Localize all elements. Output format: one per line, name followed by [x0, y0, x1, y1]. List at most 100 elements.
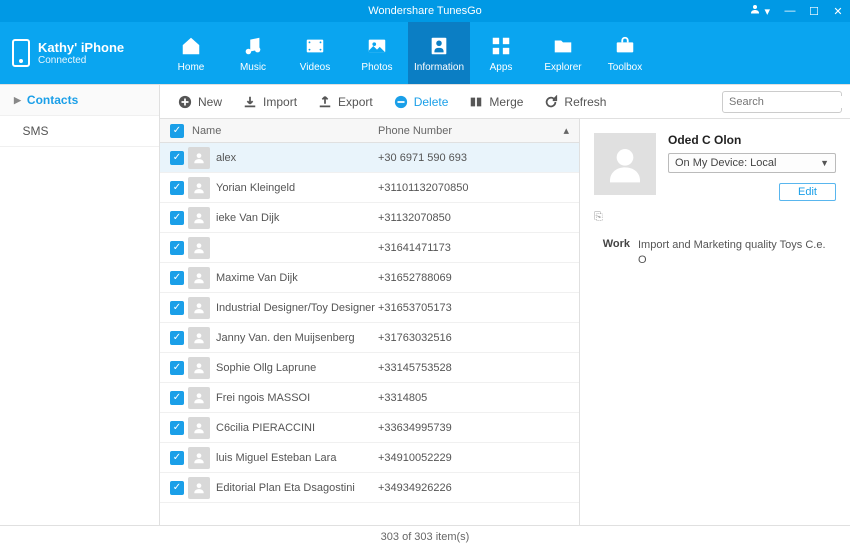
table-row[interactable]: ✓Frei ngois MASSOI+3314805 — [160, 383, 579, 413]
row-checkbox[interactable]: ✓ — [170, 361, 184, 375]
music-icon — [241, 34, 265, 58]
chevron-right-icon: ▶ — [14, 95, 21, 106]
table-body[interactable]: ✓alex+30 6971 590 693✓Yorian Kleingeld+3… — [160, 143, 579, 525]
avatar-icon — [188, 237, 210, 259]
contact-name-cell: alex — [216, 152, 236, 164]
avatar-icon — [188, 387, 210, 409]
nav-videos[interactable]: Videos — [284, 22, 346, 84]
table-header: ✓ Name Phone Number▴ — [160, 119, 579, 143]
import-icon — [242, 94, 258, 110]
nav-information[interactable]: Information — [408, 22, 470, 84]
row-checkbox[interactable]: ✓ — [170, 301, 184, 315]
contact-name-cell: Industrial Designer/Toy Designer — [216, 302, 375, 314]
chevron-down-icon: ▼ — [820, 158, 829, 168]
select-all-checkbox[interactable]: ✓ — [170, 124, 184, 138]
toolbox-icon — [613, 34, 637, 58]
contact-phone-cell: +33634995739 — [378, 422, 579, 434]
nav-photos[interactable]: Photos — [346, 22, 408, 84]
contact-name-cell: Yorian Kleingeld — [216, 182, 295, 194]
avatar-icon — [188, 477, 210, 499]
detail-panel: Oded C Olon On My Device: Local ▼ Edit ⎘… — [580, 119, 850, 525]
close-button[interactable]: ✕ — [830, 5, 846, 18]
column-phone[interactable]: Phone Number▴ — [378, 124, 579, 137]
table-row[interactable]: ✓Industrial Designer/Toy Designer+316537… — [160, 293, 579, 323]
export-button[interactable]: Export — [308, 90, 382, 114]
minimize-button[interactable]: — — [782, 5, 798, 17]
photos-icon — [365, 34, 389, 58]
avatar-icon — [188, 207, 210, 229]
status-bar: 303 of 303 item(s) — [0, 525, 850, 547]
contact-phone-cell: +33145753528 — [378, 362, 579, 374]
contact-phone-cell: +31132070850 — [378, 212, 579, 224]
toolbar: New Import Export Delete Merge Refresh — [160, 85, 850, 119]
location-select[interactable]: On My Device: Local ▼ — [668, 153, 836, 173]
table-row[interactable]: ✓ Janny Van. den Muijsenberg +31763032516 — [160, 323, 579, 353]
sidebar-item-contacts[interactable]: ▶ Contacts — [0, 85, 159, 116]
table-row[interactable]: ✓Maxime Van Dijk+31652788069 — [160, 263, 579, 293]
row-checkbox[interactable]: ✓ — [170, 481, 184, 495]
work-value: Import and Marketing quality Toys C.e. O — [638, 238, 836, 268]
information-icon — [427, 34, 451, 58]
contact-phone-cell: +31652788069 — [378, 272, 579, 284]
row-checkbox[interactable]: ✓ — [170, 331, 184, 345]
nav-label: Apps — [490, 62, 513, 73]
avatar-icon — [188, 357, 210, 379]
delete-icon — [393, 94, 409, 110]
refresh-button[interactable]: Refresh — [534, 90, 615, 114]
device-block[interactable]: Kathy' iPhone Connected — [0, 22, 160, 84]
delete-button[interactable]: Delete — [384, 90, 458, 114]
nav-label: Information — [414, 62, 464, 73]
row-checkbox[interactable]: ✓ — [170, 271, 184, 285]
table-row[interactable]: ✓ Editorial Plan Eta Dsagostini +349349262… — [160, 473, 579, 503]
row-checkbox[interactable]: ✓ — [170, 421, 184, 435]
import-button[interactable]: Import — [233, 90, 306, 114]
avatar-icon — [188, 447, 210, 469]
merge-button[interactable]: Merge — [459, 90, 532, 114]
sidebar-item-sms[interactable]: SMS — [0, 116, 159, 147]
search-input[interactable] — [729, 96, 850, 108]
contact-name-cell: luis Miguel Esteban Lara — [216, 452, 336, 464]
row-checkbox[interactable]: ✓ — [170, 151, 184, 165]
sort-indicator-icon: ▴ — [563, 124, 569, 137]
row-checkbox[interactable]: ✓ — [170, 391, 184, 405]
row-checkbox[interactable]: ✓ — [170, 241, 184, 255]
table-row[interactable]: ✓luis Miguel Esteban Lara+34910052229 — [160, 443, 579, 473]
row-checkbox[interactable]: ✓ — [170, 451, 184, 465]
contact-name-cell: C6cilia PIERACCINI — [216, 422, 315, 434]
contact-phone-cell: +31101132070850 — [378, 182, 579, 194]
contact-phone-cell: +31763032516 — [378, 332, 579, 344]
merge-icon — [468, 94, 484, 110]
contact-phone-cell: +31641471173 — [378, 242, 579, 254]
contact-phone-cell: +34934926226 — [378, 482, 579, 494]
column-name[interactable]: Name — [188, 125, 378, 137]
contact-name-cell: Editorial Plan Eta Dsagostini — [216, 482, 355, 494]
nav-music[interactable]: Music — [222, 22, 284, 84]
sidebar-item-label: Contacts — [27, 93, 78, 107]
refresh-icon — [543, 94, 559, 110]
user-menu-icon[interactable]: ▾ — [749, 3, 770, 18]
nav-label: Home — [178, 62, 205, 73]
search-box[interactable] — [722, 91, 842, 113]
nav-home[interactable]: Home — [160, 22, 222, 84]
table-row[interactable]: ✓ +31641471173 — [160, 233, 579, 263]
new-button[interactable]: New — [168, 90, 231, 114]
table-row[interactable]: ✓ C6cilia PIERACCINI +33634995739 — [160, 413, 579, 443]
edit-button[interactable]: Edit — [779, 183, 836, 201]
row-checkbox[interactable]: ✓ — [170, 181, 184, 195]
table-row[interactable]: ✓ Yorian Kleingeld +31101132070850 — [160, 173, 579, 203]
table-row[interactable]: ✓ Sophie Ollg Laprune +33145753528 — [160, 353, 579, 383]
avatar-icon — [188, 327, 210, 349]
table-row[interactable]: ✓alex+30 6971 590 693 — [160, 143, 579, 173]
maximize-button[interactable]: ☐ — [806, 5, 822, 18]
home-icon — [179, 34, 203, 58]
title-bar: Wondershare TunesGo ▾ — ☐ ✕ — [0, 0, 850, 22]
avatar-icon — [188, 267, 210, 289]
work-label: Work — [594, 238, 630, 268]
table-row[interactable]: ✓ieke Van Dijk+31132070850 — [160, 203, 579, 233]
contact-name-cell: Sophie Ollg Laprune — [216, 362, 316, 374]
contact-name-cell: Janny Van. den Muijsenberg — [216, 332, 355, 344]
row-checkbox[interactable]: ✓ — [170, 211, 184, 225]
nav-toolbox[interactable]: Toolbox — [594, 22, 656, 84]
nav-explorer[interactable]: Explorer — [532, 22, 594, 84]
nav-apps[interactable]: Apps — [470, 22, 532, 84]
